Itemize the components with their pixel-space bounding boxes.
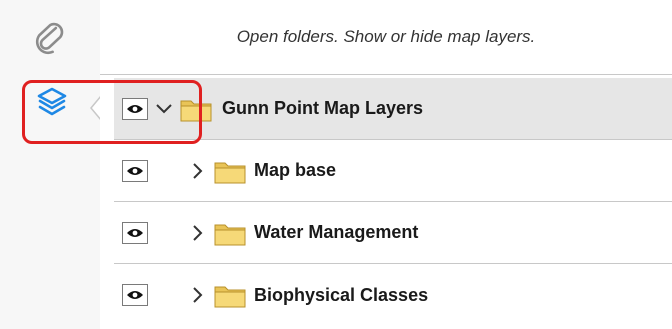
attachments-button[interactable] <box>0 6 100 70</box>
eye-icon <box>127 291 143 299</box>
chevron-right-icon <box>193 224 203 241</box>
folder-icon <box>214 224 246 245</box>
visibility-toggle[interactable] <box>122 221 148 244</box>
paperclip-icon <box>35 22 64 55</box>
folder-icon <box>180 100 212 121</box>
expand-toggle[interactable] <box>188 221 208 245</box>
expand-toggle[interactable] <box>188 159 208 183</box>
eye-icon <box>127 104 143 113</box>
layers-icon <box>37 87 67 116</box>
eye-icon <box>127 228 143 237</box>
visibility-toggle[interactable] <box>122 97 148 120</box>
layer-label: Water Management <box>254 222 419 242</box>
layers-button[interactable] <box>0 70 100 134</box>
layer-label: Gunn Point Map Layers <box>222 98 424 118</box>
map-layers-panel: Open folders. Show or hide map layers. G… <box>0 0 672 329</box>
expand-toggle[interactable] <box>188 283 208 307</box>
chevron-right-icon <box>193 287 203 303</box>
layer-row[interactable]: Biophysical Classes <box>114 264 672 326</box>
folder-icon <box>214 162 246 183</box>
layer-row[interactable]: Water Management <box>114 202 672 264</box>
folder-icon <box>214 286 246 308</box>
tool-rail <box>0 0 102 329</box>
panel-hint: Open folders. Show or hide map layers. <box>100 0 672 75</box>
layer-row[interactable]: Gunn Point Map Layers <box>114 78 672 140</box>
layer-label: Map base <box>254 160 337 180</box>
chevron-right-icon <box>193 162 203 179</box>
layer-row[interactable]: Map base <box>114 140 672 202</box>
visibility-toggle[interactable] <box>122 159 148 182</box>
expand-toggle[interactable] <box>154 97 174 121</box>
visibility-toggle[interactable] <box>122 284 148 306</box>
layer-label: Biophysical Classes <box>254 284 429 305</box>
chevron-down-icon <box>156 103 172 113</box>
layers-list-panel: Open folders. Show or hide map layers. G… <box>100 0 672 329</box>
eye-icon <box>127 166 143 175</box>
